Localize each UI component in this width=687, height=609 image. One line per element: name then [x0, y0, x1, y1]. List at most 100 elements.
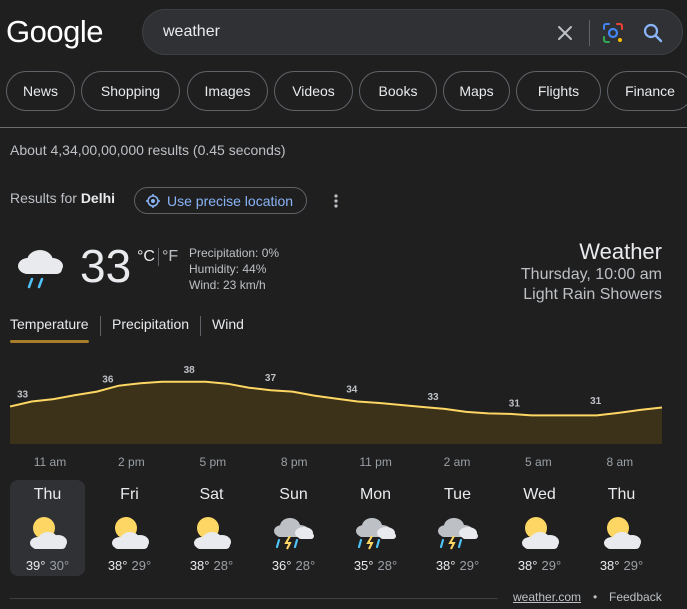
rain-cloud-icon — [18, 250, 63, 289]
use-precise-location-button[interactable]: Use precise location — [134, 187, 307, 214]
temperature-label: 37 — [265, 373, 277, 384]
weather-time: Thursday, 10:00 am — [520, 266, 662, 283]
location-city[interactable]: Delhi — [81, 190, 115, 206]
more-options-icon[interactable] — [328, 191, 344, 211]
hour-label: 2 pm — [118, 455, 145, 469]
feedback-link[interactable]: Feedback — [609, 590, 662, 604]
day-temps: 38° 29° — [584, 558, 659, 573]
day-temps: 38° 29° — [420, 558, 495, 573]
tab-shopping[interactable]: Shopping — [81, 71, 180, 111]
day-low: 30° — [49, 558, 70, 573]
day-name: Fri — [120, 486, 139, 503]
header-divider — [0, 127, 687, 128]
results-for-prefix: Results for — [10, 190, 81, 206]
thunder-rain-icon — [437, 518, 478, 550]
tab-news[interactable]: News — [6, 71, 75, 111]
day-low: 28° — [295, 558, 316, 573]
search-input[interactable]: weather — [163, 23, 220, 41]
temperature-label: 31 — [590, 396, 602, 407]
temperature-label: 33 — [17, 389, 29, 400]
day-card[interactable]: Mon 35° 28° — [338, 480, 413, 576]
close-icon[interactable] — [553, 21, 577, 45]
day-name: Thu — [33, 486, 62, 503]
hour-label: 8 am — [606, 455, 634, 469]
tab-temperature[interactable]: Temperature — [10, 316, 89, 332]
partly-cloudy-icon — [193, 517, 231, 549]
unit-celsius[interactable]: °C — [137, 248, 155, 265]
hour-label: 5 pm — [199, 455, 227, 469]
tab-images[interactable]: Images — [187, 71, 268, 111]
daily-forecast: Thu 39° 30° Fri 38° 29° Sat 38° 28° Sun 36° 28° Mon 3… — [10, 480, 680, 576]
day-temps: 38° 29° — [92, 558, 167, 573]
temperature-label: 34 — [346, 385, 358, 396]
day-name: Sun — [279, 486, 308, 503]
unit-fahrenheit[interactable]: °F — [162, 248, 178, 265]
partly-cloudy-icon — [521, 517, 559, 549]
day-name: Wed — [523, 486, 556, 503]
day-high: 38° — [435, 558, 456, 573]
weather-details: Precipitation: 0% Humidity: 44% Wind: 23… — [189, 245, 279, 293]
tab-books[interactable]: Books — [359, 71, 437, 111]
day-high: 36° — [271, 558, 292, 573]
day-temps: 39° 30° — [10, 558, 85, 573]
hour-label: 11 am — [33, 455, 67, 469]
tab-precipitation[interactable]: Precipitation — [112, 316, 189, 332]
day-card[interactable]: Thu 39° 30° — [10, 480, 85, 576]
hour-label: 11 pm — [359, 455, 392, 469]
thunder-rain-icon — [355, 518, 396, 550]
tab-finance[interactable]: Finance — [607, 71, 687, 111]
day-high: 38° — [517, 558, 538, 573]
temperature-label: 36 — [102, 375, 114, 386]
day-low: 29° — [541, 558, 562, 573]
day-card[interactable]: Sat 38° 28° — [174, 480, 249, 576]
temperature-area — [10, 381, 662, 444]
tab-videos[interactable]: Videos — [274, 71, 353, 111]
day-card[interactable]: Sun 36° 28° — [256, 480, 331, 576]
day-temps: 36° 28° — [256, 558, 331, 573]
unit-toggle: °C °F — [137, 248, 178, 266]
temperature-label: 31 — [509, 398, 521, 409]
hour-label: 5 am — [525, 455, 552, 469]
day-high: 38° — [107, 558, 128, 573]
day-temps: 35° 28° — [338, 558, 413, 573]
weather-tab-separator — [200, 316, 201, 336]
search-tabs: News Shopping Images Videos Books Maps F… — [6, 71, 687, 111]
day-low: 29° — [131, 558, 152, 573]
day-high: 39° — [25, 558, 46, 573]
tab-wind[interactable]: Wind — [212, 316, 244, 332]
day-low: 28° — [213, 558, 234, 573]
hour-label: 8 pm — [280, 455, 308, 469]
hour-label: 2 am — [443, 455, 471, 469]
google-logo[interactable]: Google — [6, 14, 103, 50]
temperature-label: 38 — [184, 365, 196, 376]
precise-location-label: Use precise location — [167, 192, 294, 209]
day-name: Sat — [199, 486, 224, 503]
tab-flights[interactable]: Flights — [516, 71, 601, 111]
day-name: Mon — [359, 486, 392, 503]
temperature-label: 33 — [428, 392, 440, 403]
weather-source-link[interactable]: weather.com — [513, 590, 581, 604]
weather-tab-separator — [100, 316, 101, 336]
search-divider — [589, 20, 590, 46]
tab-maps[interactable]: Maps — [443, 71, 510, 111]
day-name: Tue — [444, 486, 471, 503]
day-card[interactable]: Fri 38° 29° — [92, 480, 167, 576]
lens-icon[interactable] — [601, 21, 625, 45]
results-for: Results for Delhi — [10, 190, 115, 206]
partly-cloudy-icon — [29, 517, 67, 549]
partly-cloudy-icon — [111, 517, 149, 549]
search-box[interactable]: weather — [142, 9, 683, 55]
location-target-icon — [146, 193, 160, 208]
day-low: 28° — [377, 558, 398, 573]
temperature-chart: 33 36 38 37 34 33 31 31 — [10, 365, 662, 444]
hourly-time-labels: 11 am 2 pm 5 pm 8 pm 11 pm 2 am 5 am 8 am — [10, 455, 662, 471]
weather-title: Weather — [579, 239, 662, 264]
weather-condition: Light Rain Showers — [523, 286, 662, 303]
day-card[interactable]: Thu 38° 29° — [584, 480, 659, 576]
search-icon[interactable] — [641, 21, 665, 45]
day-name: Thu — [607, 486, 636, 503]
current-temperature: 33 — [80, 240, 132, 292]
wind-text: Wind: 23 km/h — [189, 278, 266, 292]
day-card[interactable]: Wed 38° 29° — [502, 480, 577, 576]
day-card[interactable]: Tue 38° 29° — [420, 480, 495, 576]
